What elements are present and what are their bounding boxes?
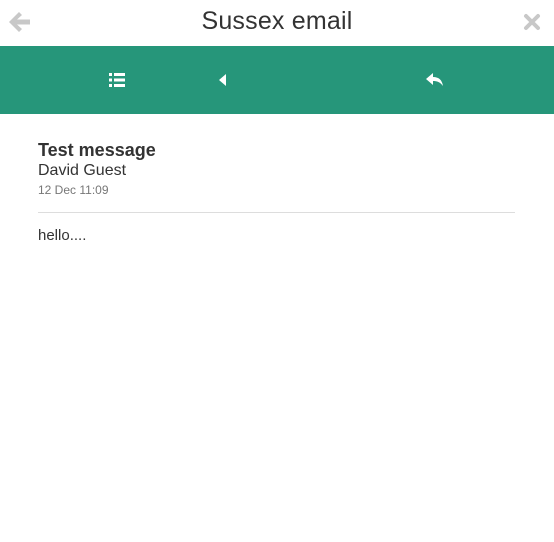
reply-button[interactable] xyxy=(414,46,456,114)
arrow-left-icon xyxy=(9,12,30,32)
message-view: Test message David Guest 12 Dec 11:09 he… xyxy=(38,114,515,245)
message-body: hello.... xyxy=(38,227,87,244)
triangle-left-icon xyxy=(219,74,226,86)
title-bar: Sussex email xyxy=(0,0,554,46)
reply-icon xyxy=(426,73,443,86)
divider xyxy=(38,212,515,213)
previous-message-button[interactable] xyxy=(202,46,244,114)
back-button[interactable] xyxy=(6,9,34,35)
page-title: Sussex email xyxy=(201,7,353,35)
list-icon xyxy=(109,73,125,87)
message-date: 12 Dec 11:09 xyxy=(38,183,109,197)
message-subject: Test message xyxy=(38,140,156,160)
email-app: Sussex email Test message David Guest 12… xyxy=(0,0,554,542)
message-sender: David Guest xyxy=(38,162,127,179)
close-icon xyxy=(524,14,540,30)
message-list-button[interactable] xyxy=(96,46,138,114)
close-button[interactable] xyxy=(520,10,544,34)
action-toolbar xyxy=(0,46,554,114)
